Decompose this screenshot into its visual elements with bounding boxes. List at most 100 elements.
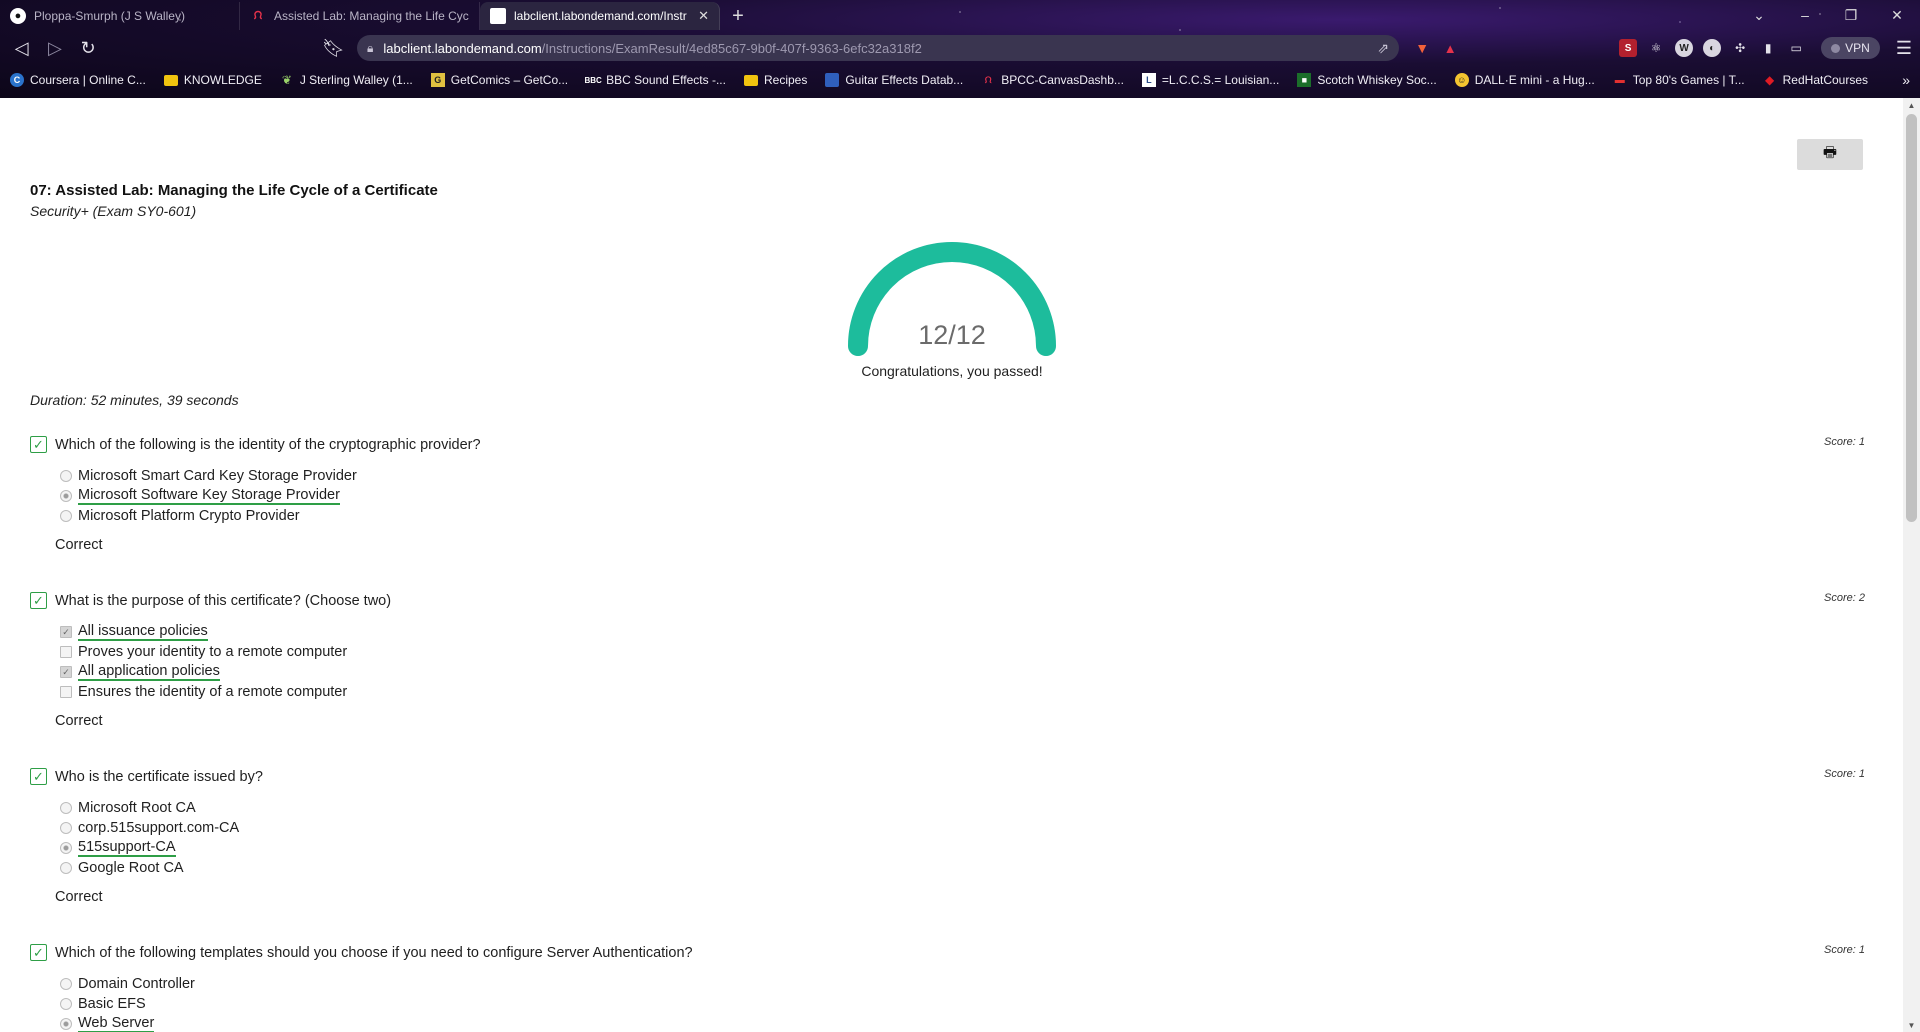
print-button[interactable]: 🖶︎ bbox=[1797, 139, 1863, 170]
bookmark-bbc-sound-effects[interactable]: BBC BBC Sound Effects -... bbox=[584, 73, 726, 87]
sidebar-icon[interactable]: ▮ bbox=[1759, 39, 1777, 57]
redhat-icon: ◆ bbox=[1765, 73, 1775, 87]
question-result: Correct bbox=[55, 537, 103, 553]
bookmark-dalle-mini[interactable]: ☺ DALL·E mini - a Hug... bbox=[1454, 73, 1595, 87]
bookmark-scotch-whiskey[interactable]: ■ Scotch Whiskey Soc... bbox=[1297, 73, 1437, 87]
radio-button bbox=[60, 802, 72, 814]
tab-assisted-lab[interactable]: ᙁ Assisted Lab: Managing the Life Cycle bbox=[240, 2, 480, 30]
bookmark-label: BBC Sound Effects -... bbox=[606, 73, 726, 87]
bookmark-top80-games[interactable]: ▬ Top 80's Games | T... bbox=[1613, 73, 1745, 87]
answer-option-label: Basic EFS bbox=[78, 996, 146, 1012]
minimize-button[interactable]: – bbox=[1782, 0, 1828, 30]
bookmark-recipes[interactable]: Recipes bbox=[743, 73, 807, 87]
answer-option: Microsoft Root CA bbox=[60, 798, 1865, 818]
share-icon[interactable]: ⇗ bbox=[1377, 40, 1389, 57]
bookmark-label: Guitar Effects Datab... bbox=[845, 73, 964, 87]
checkbox bbox=[60, 686, 72, 698]
question-item: ✓ What is the purpose of this certificate… bbox=[30, 592, 1865, 729]
answer-option-label: Microsoft Software Key Storage Provider bbox=[78, 487, 340, 505]
page-scrollbar[interactable]: ▲ ▼ bbox=[1903, 98, 1920, 1032]
back-button[interactable]: ◁ bbox=[8, 34, 35, 62]
bookmarks-bar: C Coursera | Online C... KNOWLEDGE ❦ J Ste… bbox=[0, 66, 1920, 94]
coursera-icon: C bbox=[10, 73, 24, 87]
wappalyzer-icon[interactable]: W bbox=[1675, 39, 1694, 57]
answer-option-label: Proves your identity to a remote compute… bbox=[78, 644, 348, 660]
restore-button[interactable]: ❐ bbox=[1828, 0, 1874, 30]
bookmark-coursera[interactable]: C Coursera | Online C... bbox=[10, 73, 146, 87]
answer-option-label: 515support-CA bbox=[78, 839, 176, 857]
checkbox-selected: ✓ bbox=[60, 626, 72, 638]
bookmark-knowledge[interactable]: KNOWLEDGE bbox=[163, 73, 262, 87]
question-result: Correct bbox=[55, 889, 103, 905]
folder-icon bbox=[163, 74, 178, 86]
close-tab-icon[interactable]: ✕ bbox=[698, 8, 709, 24]
bookmark-lccs[interactable]: L =L.C.C.S.= Louisian... bbox=[1141, 73, 1279, 87]
checkbox-selected: ✓ bbox=[60, 666, 72, 678]
react-devtools-icon[interactable]: ⚛ bbox=[1647, 39, 1665, 57]
top80-icon: ▬ bbox=[1614, 74, 1625, 86]
tab-github[interactable]: ● Ploppa-Smurph (J S Walley) bbox=[0, 2, 240, 30]
github-icon: ● bbox=[10, 8, 26, 24]
brave-shields-icon[interactable]: ▼ bbox=[1413, 39, 1431, 57]
answer-option: corp.515support.com-CA bbox=[60, 818, 1865, 838]
answer-option: ✓ All application policies bbox=[60, 662, 1865, 682]
question-header: ✓ Which of the following templates should… bbox=[30, 944, 1865, 964]
answer-option: 515support-CA bbox=[60, 838, 1865, 858]
question-item: ✓ Who is the certificate issued by? Score:… bbox=[30, 768, 1865, 905]
correct-check-icon: ✓ bbox=[30, 592, 47, 609]
bookmark-guitar-effects[interactable]: Guitar Effects Datab... bbox=[825, 73, 963, 87]
hugging-face-icon: ☺ bbox=[1454, 73, 1469, 87]
question-result: Correct bbox=[55, 713, 103, 729]
question-header: ✓ Who is the certificate issued by? Score:… bbox=[30, 768, 1865, 788]
bookmark-bpcc-canvas[interactable]: ᙁ BPCC-CanvasDashb... bbox=[981, 73, 1124, 87]
bookmark-j-sterling-walley[interactable]: ❦ J Sterling Walley (1... bbox=[280, 73, 413, 87]
answer-option: Ensures the identity of a remote compute… bbox=[60, 682, 1865, 702]
question-score: Score: 1 bbox=[1824, 436, 1865, 448]
question-text: What is the purpose of this certificate?… bbox=[55, 593, 392, 609]
correct-check-icon: ✓ bbox=[30, 768, 47, 785]
tab-title: Assisted Lab: Managing the Life Cycle bbox=[274, 9, 469, 23]
answer-options: ✓ All issuance policies Proves your identi… bbox=[60, 622, 1865, 702]
menu-icon[interactable]: ☰ bbox=[1896, 38, 1912, 59]
lccs-icon: L bbox=[1141, 73, 1156, 87]
bookmark-redhat-courses[interactable]: ◆ RedHatCourses bbox=[1763, 73, 1868, 87]
address-bar[interactable]: 🔒︎ labclient.labondemand.com/Instruction… bbox=[357, 35, 1400, 61]
scotch-icon: ■ bbox=[1297, 73, 1312, 87]
tab-strip: ● Ploppa-Smurph (J S Walley) ᙁ Assisted … bbox=[0, 0, 1920, 30]
scroll-up-arrow-icon[interactable]: ▲ bbox=[1903, 98, 1920, 112]
forward-button[interactable]: ▷ bbox=[41, 34, 68, 62]
answer-options: Domain Controller Basic EFS Web Server bbox=[60, 974, 1865, 1032]
answer-option: Proves your identity to a remote compute… bbox=[60, 642, 1865, 662]
extensions-row: ▼ ▲ S ⚛ W ◐ ✣ ▮ ▭ VPN ☰ bbox=[1413, 37, 1912, 59]
vpn-button[interactable]: VPN bbox=[1821, 37, 1880, 59]
answer-option: Microsoft Software Key Storage Provider bbox=[60, 486, 1865, 506]
close-window-button[interactable]: ✕ bbox=[1874, 0, 1920, 30]
red-bat-icon: ᙁ bbox=[253, 9, 263, 22]
reload-button[interactable]: ↻ bbox=[75, 34, 102, 62]
bookmark-page-icon[interactable]: 🔖︎ bbox=[320, 34, 347, 62]
bookmark-getcomics[interactable]: G GetComics – GetCo... bbox=[430, 73, 568, 87]
radio-button bbox=[60, 822, 72, 834]
answer-option: ✓ All issuance policies bbox=[60, 622, 1865, 642]
dark-reader-icon[interactable]: ◐ bbox=[1703, 39, 1722, 57]
bookmarks-overflow-button[interactable]: » bbox=[1902, 72, 1910, 88]
bookmark-label: BPCC-CanvasDashb... bbox=[1001, 73, 1124, 87]
extensions-puzzle-icon[interactable]: ✣ bbox=[1731, 39, 1749, 57]
brave-rewards-icon[interactable]: ▲ bbox=[1441, 39, 1459, 57]
wallet-icon[interactable]: ▭ bbox=[1787, 39, 1805, 57]
radio-button-selected bbox=[60, 1018, 72, 1030]
exam-subtitle: Security+ (Exam SY0-601) bbox=[30, 203, 197, 219]
question-text: Who is the certificate issued by? bbox=[55, 769, 263, 785]
page-icon bbox=[825, 73, 840, 87]
result-message: Congratulations, you passed! bbox=[861, 363, 1043, 379]
extension-s-icon[interactable]: S bbox=[1619, 39, 1638, 57]
scroll-down-arrow-icon[interactable]: ▼ bbox=[1903, 1018, 1920, 1032]
scroll-thumb[interactable] bbox=[1906, 114, 1917, 522]
tab-search-icon[interactable]: ⌄ bbox=[1736, 0, 1782, 30]
tab-labclient[interactable]: labclient.labondemand.com/Instr ✕ bbox=[480, 2, 720, 30]
new-tab-button[interactable]: + bbox=[724, 2, 752, 30]
question-text: Which of the following templates should … bbox=[55, 945, 693, 961]
document-icon bbox=[490, 8, 506, 24]
correct-check-icon: ✓ bbox=[30, 944, 47, 961]
answer-options: Microsoft Root CA corp.515support.com-CA 5… bbox=[60, 798, 1865, 878]
